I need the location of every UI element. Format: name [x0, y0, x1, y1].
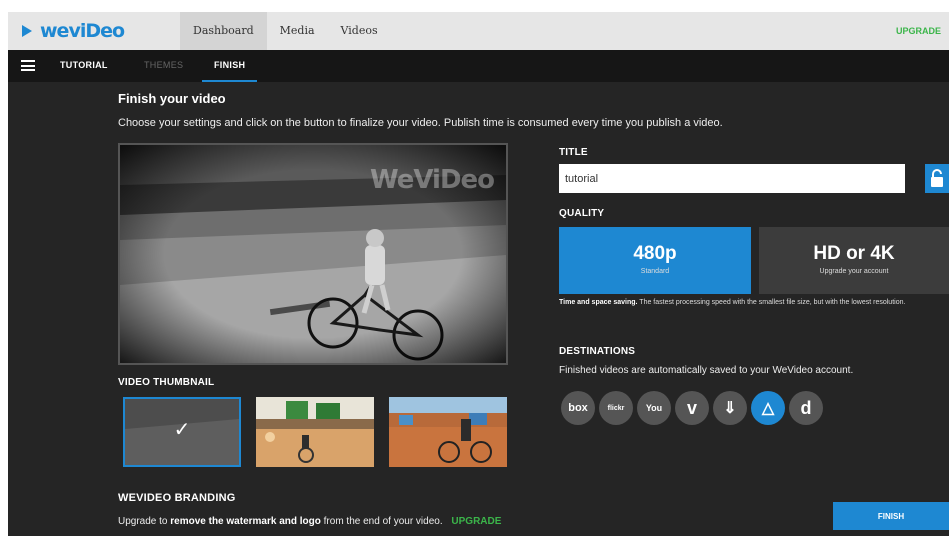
quality-option-480p[interactable]: 480p Standard [559, 227, 751, 294]
dropbox-icon[interactable]: ⇓ [713, 391, 747, 425]
video-thumbnail-label: VIDEO THUMBNAIL [118, 377, 215, 388]
quality-hd-title: HD or 4K [813, 243, 895, 264]
lock-button[interactable] [925, 164, 949, 193]
vimeo-icon[interactable]: v [675, 391, 709, 425]
wevideo-watermark: WeViDeo [370, 165, 495, 195]
wevideo-branding-label: WEVIDEO BRANDING [118, 492, 236, 504]
quality-hd-subtitle: Upgrade your account [819, 268, 889, 275]
thumbnail-option-3[interactable] [389, 397, 507, 467]
title-input[interactable] [559, 164, 905, 193]
destinations-description: Finished videos are automatically saved … [559, 365, 854, 376]
logo-text: weviDeo [40, 20, 125, 42]
nav-dashboard[interactable]: Dashboard [180, 12, 267, 50]
lock-icon [931, 169, 943, 187]
top-nav: Dashboard Media Videos [180, 12, 391, 50]
page-title: Finish your video [118, 91, 226, 106]
tab-themes[interactable]: THEMES [144, 50, 183, 82]
google-drive-icon[interactable]: △ [751, 391, 785, 425]
sub-nav: TUTORIAL THEMES FINISH [8, 50, 949, 82]
wevideo-logo[interactable]: weviDeo [22, 20, 125, 42]
thumbnail-image-3 [389, 397, 507, 467]
page-description: Choose your settings and click on the bu… [118, 117, 723, 129]
thumbnail-option-1[interactable]: ✓ [123, 397, 241, 467]
nav-media[interactable]: Media [267, 12, 328, 50]
dailymotion-icon[interactable]: d [789, 391, 823, 425]
quality-option-hd[interactable]: HD or 4K Upgrade your account [759, 227, 949, 294]
video-preview[interactable]: WeViDeo [118, 143, 508, 365]
branding-text: Upgrade to remove the watermark and logo… [118, 516, 501, 527]
branding-prefix: Upgrade to [118, 516, 168, 527]
destinations-label: DESTINATIONS [559, 346, 636, 357]
quality-description: Time and space saving. The fastest proce… [559, 298, 949, 308]
checkmark-icon: ✓ [173, 419, 191, 441]
destination-icons: box flickr You v ⇓ △ d [561, 391, 823, 425]
tab-tutorial[interactable]: TUTORIAL [60, 50, 108, 82]
quality-label: QUALITY [559, 208, 605, 219]
branding-upgrade-link[interactable]: UPGRADE [451, 516, 501, 527]
upgrade-link[interactable]: UPGRADE [896, 12, 941, 50]
thumbnail-option-2[interactable] [256, 397, 374, 467]
thumbnail-image-2 [256, 397, 374, 467]
top-bar: weviDeo Dashboard Media Videos UPGRADE [8, 12, 949, 50]
hamburger-menu-icon[interactable] [21, 60, 35, 71]
box-icon[interactable]: box [561, 391, 595, 425]
branding-suffix: from the end of your video. [323, 516, 443, 527]
flickr-icon[interactable]: flickr [599, 391, 633, 425]
play-logo-icon [22, 25, 32, 37]
quality-480p-title: 480p [633, 243, 677, 264]
tab-finish[interactable]: FINISH [202, 50, 258, 82]
quality-description-text: The fastest processing speed with the sm… [639, 299, 906, 306]
finish-button[interactable]: FINISH [833, 502, 949, 530]
branding-bold: remove the watermark and logo [170, 516, 321, 527]
quality-480p-subtitle: Standard [640, 268, 670, 275]
thumbnail-list: ✓ [123, 397, 507, 467]
finish-panel: TUTORIAL THEMES FINISH Finish your video… [8, 50, 949, 536]
title-label: TITLE [559, 147, 588, 158]
youtube-icon[interactable]: You [637, 391, 671, 425]
quality-description-bold: Time and space saving. [559, 299, 638, 306]
nav-videos[interactable]: Videos [328, 12, 391, 50]
